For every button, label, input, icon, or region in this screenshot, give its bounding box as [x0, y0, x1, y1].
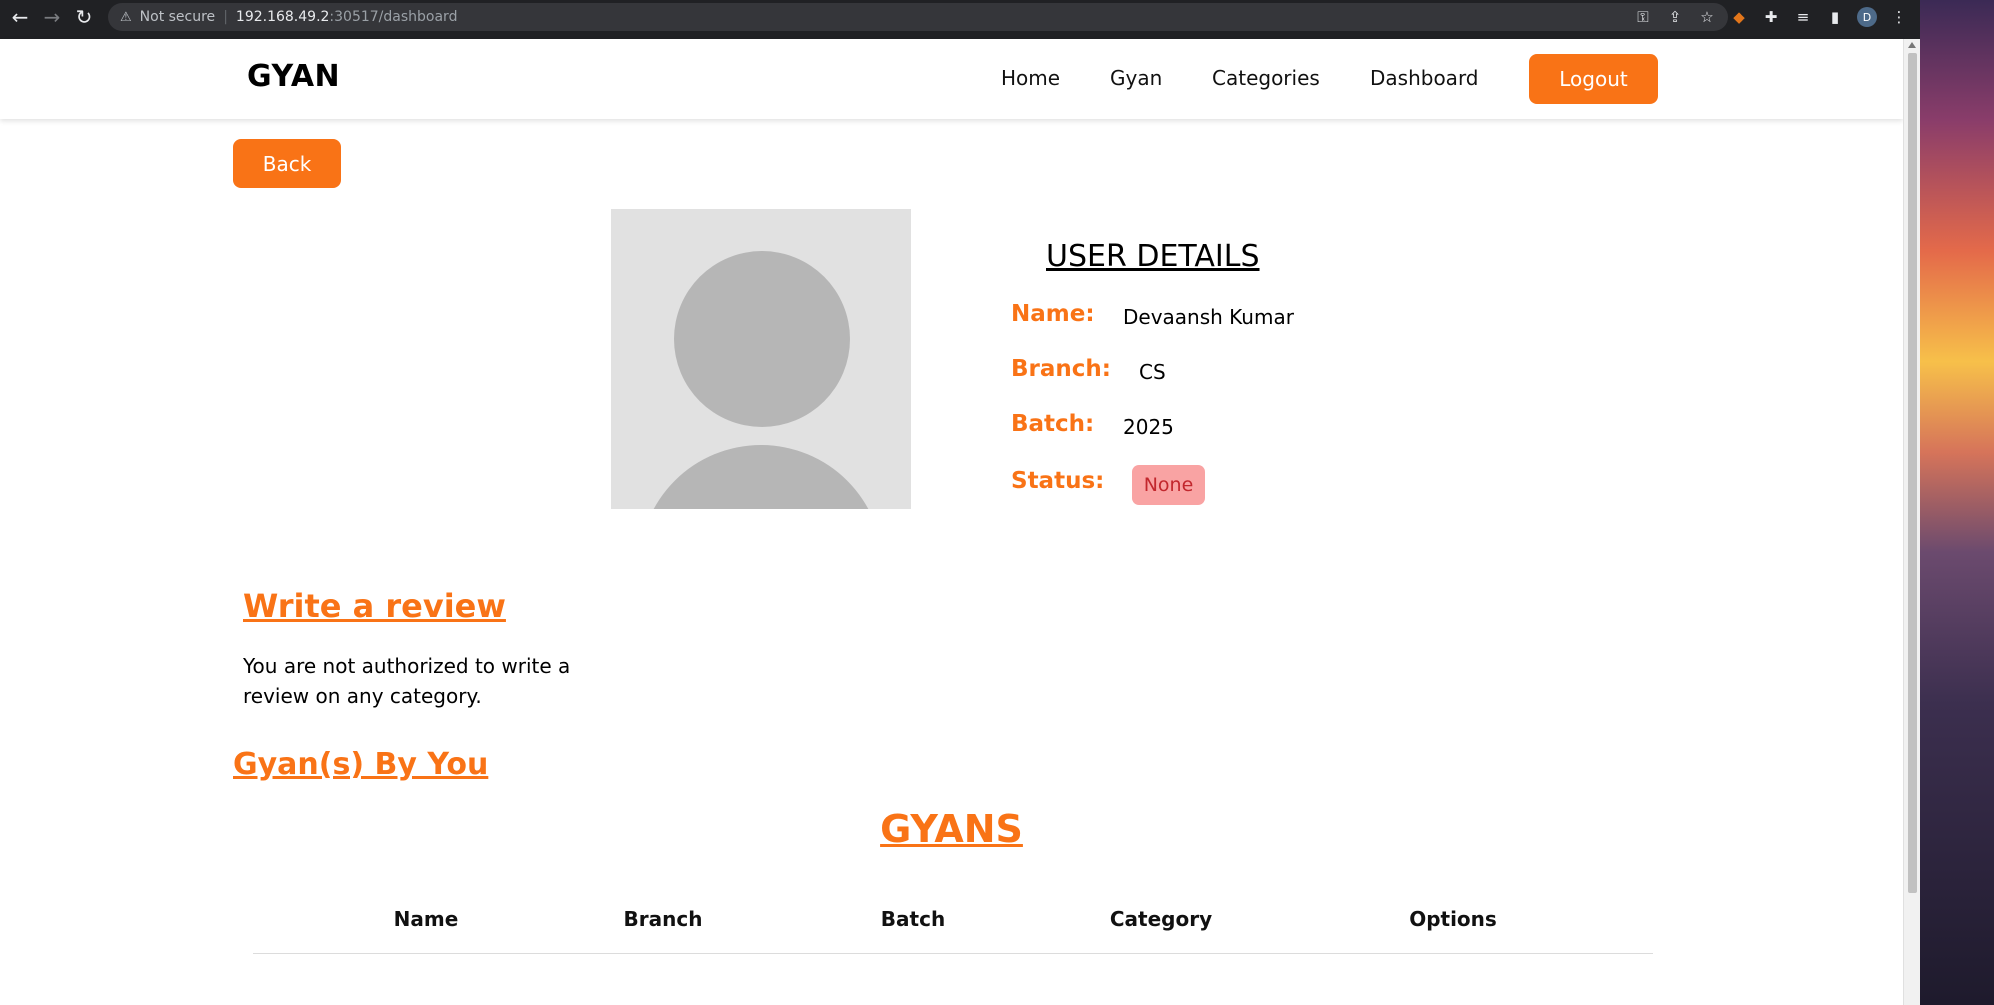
key-icon[interactable]: ⚿ [1633, 7, 1653, 27]
security-label: Not secure [139, 9, 216, 25]
nav-link-dashboard[interactable]: Dashboard [1370, 66, 1479, 90]
page-scrollbar[interactable] [1903, 39, 1920, 1005]
omnibox-divider: | [223, 9, 228, 25]
nav-link-categories[interactable]: Categories [1212, 66, 1320, 90]
batch-value: 2025 [1123, 415, 1174, 439]
url-path: :30517/dashboard [329, 9, 458, 25]
logout-button[interactable]: Logout [1529, 54, 1658, 104]
column-header-options: Options [1409, 907, 1497, 931]
nav-link-home[interactable]: Home [1001, 66, 1060, 90]
gyans-table-title: GYANS [880, 807, 1023, 851]
write-review-heading[interactable]: Write a review [243, 587, 506, 625]
forward-arrow-icon[interactable]: → [36, 1, 68, 33]
back-button[interactable]: Back [233, 139, 341, 188]
kebab-menu-icon[interactable]: ⋮ [1889, 7, 1909, 27]
avatar-body-shape [639, 445, 883, 509]
site-navbar: GYAN Home Gyan Categories Dashboard Logo… [0, 39, 1903, 119]
url-host: 192.168.49.2 [235, 9, 330, 25]
branch-value: CS [1139, 360, 1166, 384]
address-bar[interactable]: ⚠ Not secure | 192.168.49.2 :30517/dashb… [108, 3, 1728, 31]
profile-avatar[interactable]: D [1857, 7, 1877, 27]
user-details-title: USER DETAILS [1046, 239, 1260, 274]
scrollbar-thumb[interactable] [1908, 53, 1917, 893]
status-badge: None [1132, 465, 1205, 505]
browser-toolbar: ← → ↻ ⚠ Not secure | 192.168.49.2 :30517… [0, 0, 1920, 39]
back-arrow-icon[interactable]: ← [4, 1, 36, 33]
scroll-up-arrow-icon[interactable] [1908, 42, 1916, 48]
metamask-extension-icon[interactable]: ◆ [1729, 7, 1749, 27]
desktop-wallpaper [1920, 0, 1994, 1005]
nav-link-gyan[interactable]: Gyan [1110, 66, 1162, 90]
status-label: Status: [1011, 468, 1105, 494]
column-header-category: Category [1109, 907, 1213, 931]
column-header-branch: Branch [623, 907, 703, 931]
column-header-batch: Batch [880, 907, 946, 931]
share-icon[interactable]: ⇪ [1665, 7, 1685, 27]
avatar-placeholder [611, 209, 911, 509]
brand-logo[interactable]: GYAN [247, 59, 340, 94]
side-panel-icon[interactable]: ▮ [1825, 7, 1845, 27]
gyans-table: Name Branch Batch Category Options [253, 899, 1653, 954]
gyans-by-you-heading[interactable]: Gyan(s) By You [233, 747, 488, 782]
media-queue-icon[interactable]: ≡ [1793, 7, 1813, 27]
batch-label: Batch: [1011, 411, 1095, 437]
name-label: Name: [1011, 301, 1095, 327]
review-unauthorized-message: You are not authorized to write a review… [243, 654, 571, 708]
dashboard-page: GYAN Home Gyan Categories Dashboard Logo… [0, 39, 1903, 1005]
branch-label: Branch: [1011, 356, 1111, 382]
name-value: Devaansh Kumar [1123, 305, 1294, 329]
star-icon[interactable]: ☆ [1697, 7, 1717, 27]
extensions-puzzle-icon[interactable]: ✚ [1761, 7, 1781, 27]
warning-icon: ⚠ [120, 9, 132, 25]
avatar-head-shape [674, 251, 850, 427]
reload-icon[interactable]: ↻ [68, 1, 100, 33]
column-header-name: Name [393, 907, 459, 931]
